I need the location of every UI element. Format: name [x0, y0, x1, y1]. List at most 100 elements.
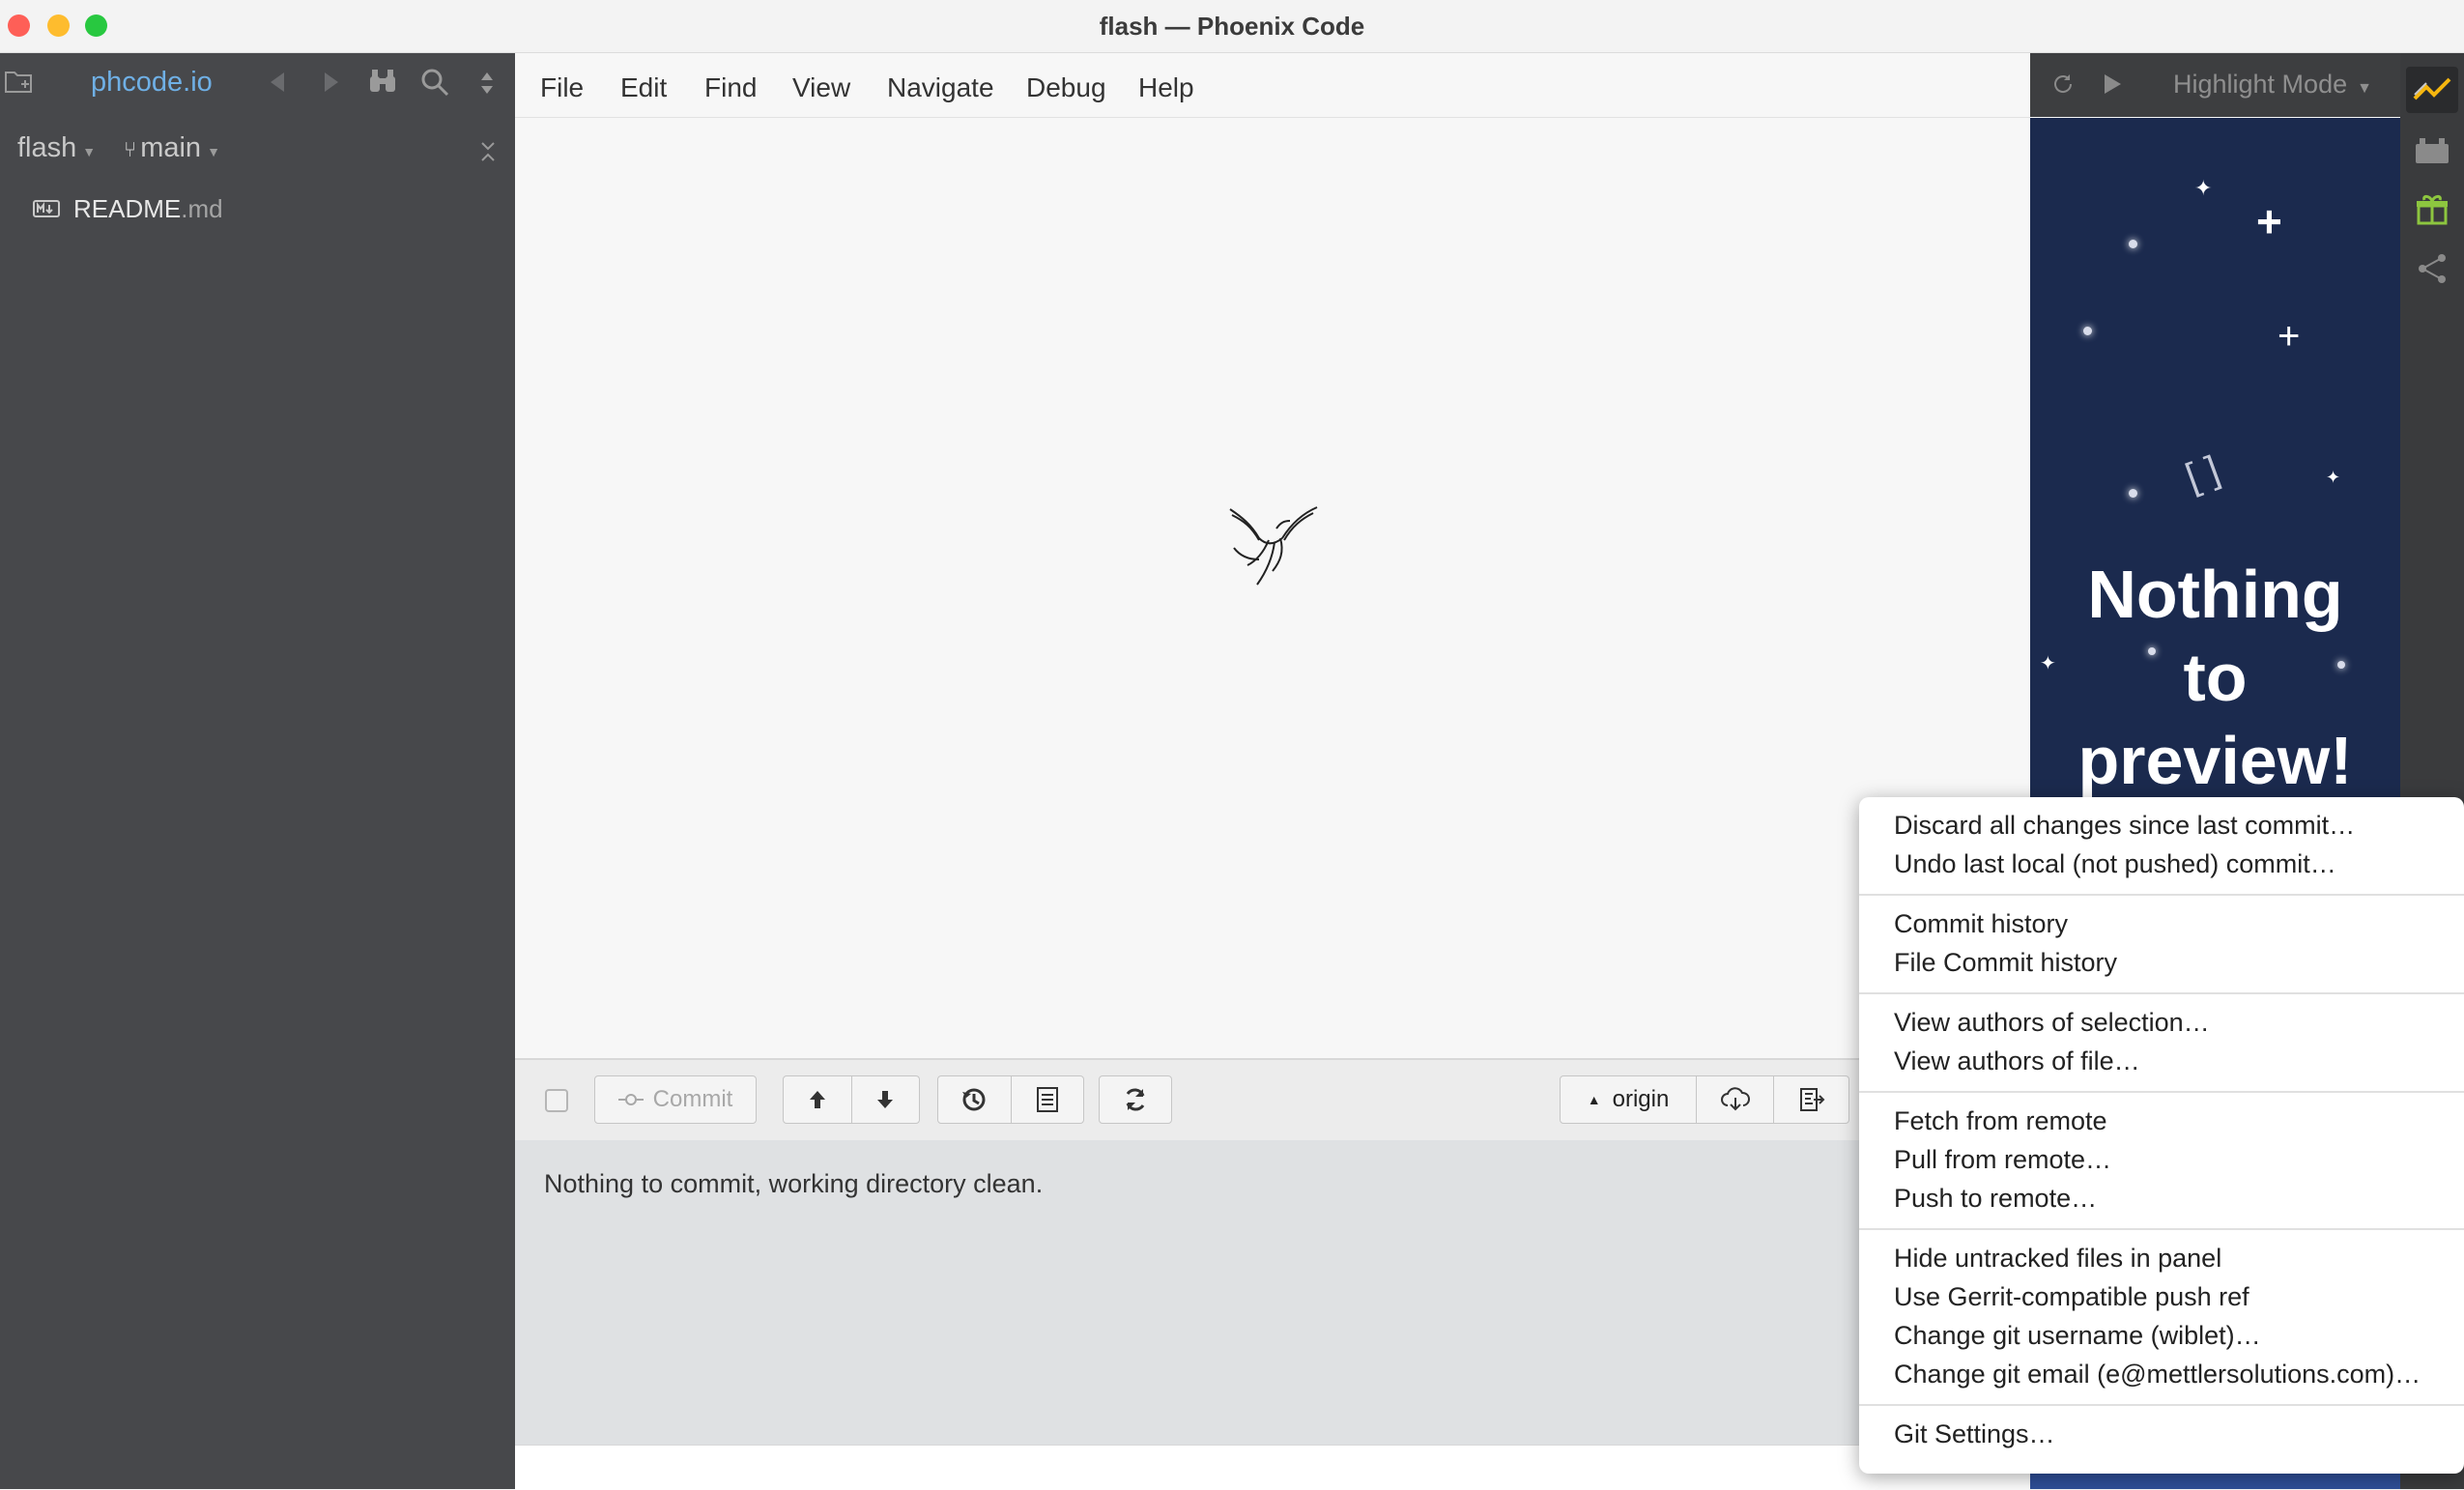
- markdown-file-icon: [33, 200, 60, 217]
- menu-item-file-commit-history[interactable]: File Commit history: [1894, 948, 2117, 978]
- menu-debug[interactable]: Debug: [1026, 72, 1106, 103]
- menu-help[interactable]: Help: [1138, 72, 1194, 103]
- remote-select[interactable]: ▲ origin: [1561, 1076, 1698, 1123]
- star-decoration: [2129, 240, 2137, 248]
- history-icon: [960, 1086, 988, 1113]
- menu-item-hide-untracked[interactable]: Hide untracked files in panel: [1894, 1244, 2221, 1274]
- preview-toolbar: Highlight Mode ▼: [2030, 53, 2400, 117]
- menu-navigate[interactable]: Navigate: [887, 72, 994, 103]
- editor-area: [515, 118, 2030, 1057]
- remote-name: origin: [1612, 1086, 1670, 1112]
- history-button[interactable]: [938, 1076, 1012, 1123]
- refresh-icon: [1122, 1086, 1149, 1113]
- menu-item-fetch[interactable]: Fetch from remote: [1894, 1106, 2107, 1136]
- window-title: flash — Phoenix Code: [1099, 12, 1365, 41]
- sparkle-decoration: +: [2256, 196, 2282, 246]
- menu-item-commit-history[interactable]: Commit history: [1894, 909, 2068, 939]
- menu-item-authors-selection[interactable]: View authors of selection…: [1894, 1008, 2210, 1038]
- menu-item-pull[interactable]: Pull from remote…: [1894, 1145, 2111, 1175]
- menu-find[interactable]: Find: [704, 72, 757, 103]
- push-pull-group: [783, 1075, 920, 1124]
- preview-mode: Highlight Mode: [2173, 70, 2348, 99]
- message-line: Nothing: [2087, 557, 2343, 632]
- menu-item-discard-changes[interactable]: Discard all changes since last commit…: [1894, 811, 2355, 841]
- file-extension: .md: [181, 193, 223, 223]
- menu-view[interactable]: View: [792, 72, 850, 103]
- message-line: to: [2183, 640, 2248, 715]
- cloud-download-icon: [1720, 1086, 1751, 1113]
- menubar: File Edit Find View Navigate Debug Help: [515, 53, 2030, 118]
- commit-button[interactable]: Commit: [594, 1075, 757, 1124]
- star-decoration: [2083, 327, 2092, 335]
- commit-label: Commit: [652, 1086, 733, 1112]
- file-tree-item[interactable]: README .md: [33, 186, 223, 231]
- collapse-icon[interactable]: [479, 140, 497, 163]
- select-all-checkbox[interactable]: [545, 1089, 568, 1112]
- sort-icon[interactable]: [479, 71, 495, 96]
- menu-divider: [1859, 894, 2464, 896]
- star-decoration: [2129, 489, 2137, 498]
- git-settings-button[interactable]: [1774, 1076, 1848, 1123]
- menu-item-gerrit-push-ref[interactable]: Use Gerrit-compatible push ref: [1894, 1282, 2249, 1312]
- menu-divider: [1859, 992, 2464, 994]
- project-dropdown[interactable]: flash ▼: [17, 132, 96, 164]
- message-line: preview!: [2077, 723, 2353, 798]
- menu-file[interactable]: File: [540, 72, 584, 103]
- project-name: flash: [17, 132, 77, 163]
- extensions-icon[interactable]: [2414, 136, 2450, 165]
- branch-name: main: [140, 132, 202, 163]
- live-preview-toggle[interactable]: [2406, 67, 2458, 113]
- git-status-message: Nothing to commit, working directory cle…: [544, 1169, 1044, 1198]
- sparkle-decoration: ✦: [2326, 468, 2341, 487]
- remote-group: ▲ origin: [1560, 1075, 1849, 1124]
- branch-icon: ⑂: [124, 137, 137, 161]
- arrow-up-icon: [808, 1089, 827, 1110]
- play-icon[interactable]: [2102, 72, 2123, 96]
- live-preview-icon: [2413, 77, 2451, 102]
- history-group: [937, 1075, 1084, 1124]
- commit-icon: [617, 1093, 644, 1106]
- new-project-icon[interactable]: [4, 67, 35, 96]
- exit-icon: [1798, 1086, 1825, 1113]
- refresh-button[interactable]: [1099, 1075, 1172, 1124]
- reload-icon[interactable]: [2051, 72, 2075, 96]
- menu-divider: [1859, 1091, 2464, 1093]
- search-icon[interactable]: [419, 67, 450, 98]
- share-icon[interactable]: [2416, 252, 2449, 285]
- window-titlebar: flash — Phoenix Code: [0, 0, 2464, 53]
- gift-icon[interactable]: [2416, 194, 2449, 225]
- chevron-down-icon: ▼: [2357, 80, 2372, 97]
- menu-item-push[interactable]: Push to remote…: [1894, 1184, 2097, 1214]
- fetch-button[interactable]: [1697, 1076, 1775, 1123]
- git-push-button[interactable]: [784, 1076, 852, 1123]
- menu-item-change-username[interactable]: Change git username (wiblet)…: [1894, 1321, 2261, 1351]
- binoculars-icon[interactable]: [367, 67, 398, 96]
- menu-divider: [1859, 1404, 2464, 1406]
- git-pull-button[interactable]: [852, 1076, 920, 1123]
- sparkle-decoration: ✦: [2194, 176, 2213, 200]
- document-icon: [1036, 1086, 1059, 1113]
- file-history-button[interactable]: [1012, 1076, 1084, 1123]
- menu-item-undo-commit[interactable]: Undo last local (not pushed) commit…: [1894, 849, 2336, 879]
- menu-edit[interactable]: Edit: [620, 72, 667, 103]
- chevron-down-icon: ▼: [82, 144, 97, 159]
- menu-item-authors-file[interactable]: View authors of file…: [1894, 1046, 2140, 1076]
- git-options-menu: Discard all changes since last commit… U…: [1859, 797, 2464, 1474]
- git-panel-body: Nothing to commit, working directory cle…: [515, 1140, 2030, 1445]
- nothing-to-preview-message: Nothing to preview!: [2030, 553, 2400, 802]
- nav-forward-icon[interactable]: [323, 71, 340, 94]
- file-name: README: [73, 193, 182, 223]
- phoenix-logo: [1220, 490, 1327, 596]
- menu-item-git-settings[interactable]: Git Settings…: [1894, 1419, 2055, 1449]
- menu-item-change-email[interactable]: Change git email (e@mettlersolutions.com…: [1894, 1360, 2421, 1390]
- chevron-down-icon: ▼: [207, 144, 220, 159]
- arrow-down-icon: [875, 1089, 895, 1110]
- highlight-mode-dropdown[interactable]: Highlight Mode ▼: [2173, 70, 2372, 100]
- branch-dropdown[interactable]: ⑂ main ▼: [124, 132, 220, 164]
- sparkle-decoration: +: [2278, 315, 2301, 358]
- status-bar: [515, 1445, 2030, 1490]
- menu-divider: [1859, 1228, 2464, 1230]
- sidebar: phcode.io flash ▼ ⑂ main ▼ README .md: [0, 53, 515, 1489]
- nav-back-icon[interactable]: [269, 71, 286, 94]
- site-link[interactable]: phcode.io: [91, 67, 213, 99]
